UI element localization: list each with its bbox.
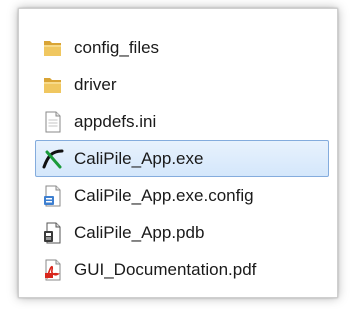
file-list: config_files driver appdefs.ini CaliPile…: [35, 29, 329, 288]
list-item-calipile-app-pdb[interactable]: CaliPile_App.pdb: [35, 214, 329, 251]
folder-icon: [42, 37, 64, 59]
file-name: CaliPile_App.exe.config: [74, 185, 254, 205]
list-item-calipile-app-exe-config[interactable]: CaliPile_App.exe.config: [35, 177, 329, 214]
file-list-panel: config_files driver appdefs.ini CaliPile…: [18, 8, 338, 298]
ini-file-icon: [42, 111, 64, 133]
list-item-calipile-app-exe[interactable]: CaliPile_App.exe: [35, 140, 329, 177]
file-name: appdefs.ini: [74, 111, 157, 131]
file-name: GUI_Documentation.pdf: [74, 259, 257, 279]
file-name: CaliPile_App.exe: [74, 148, 204, 168]
app-exe-icon: [42, 148, 64, 170]
screenshot-frame: config_files driver appdefs.ini CaliPile…: [0, 0, 354, 309]
folder-icon: [42, 74, 64, 96]
list-item-appdefs-ini[interactable]: appdefs.ini: [35, 103, 329, 140]
file-name: CaliPile_App.pdb: [74, 222, 205, 242]
file-name: driver: [74, 74, 117, 94]
file-name: config_files: [74, 37, 160, 57]
list-item-driver[interactable]: driver: [35, 66, 329, 103]
config-file-icon: [42, 185, 64, 207]
pdb-file-icon: [42, 222, 64, 244]
list-item-config-files[interactable]: config_files: [35, 29, 329, 66]
pdf-file-icon: [42, 259, 64, 281]
list-item-gui-documentation-pdf[interactable]: GUI_Documentation.pdf: [35, 251, 329, 288]
